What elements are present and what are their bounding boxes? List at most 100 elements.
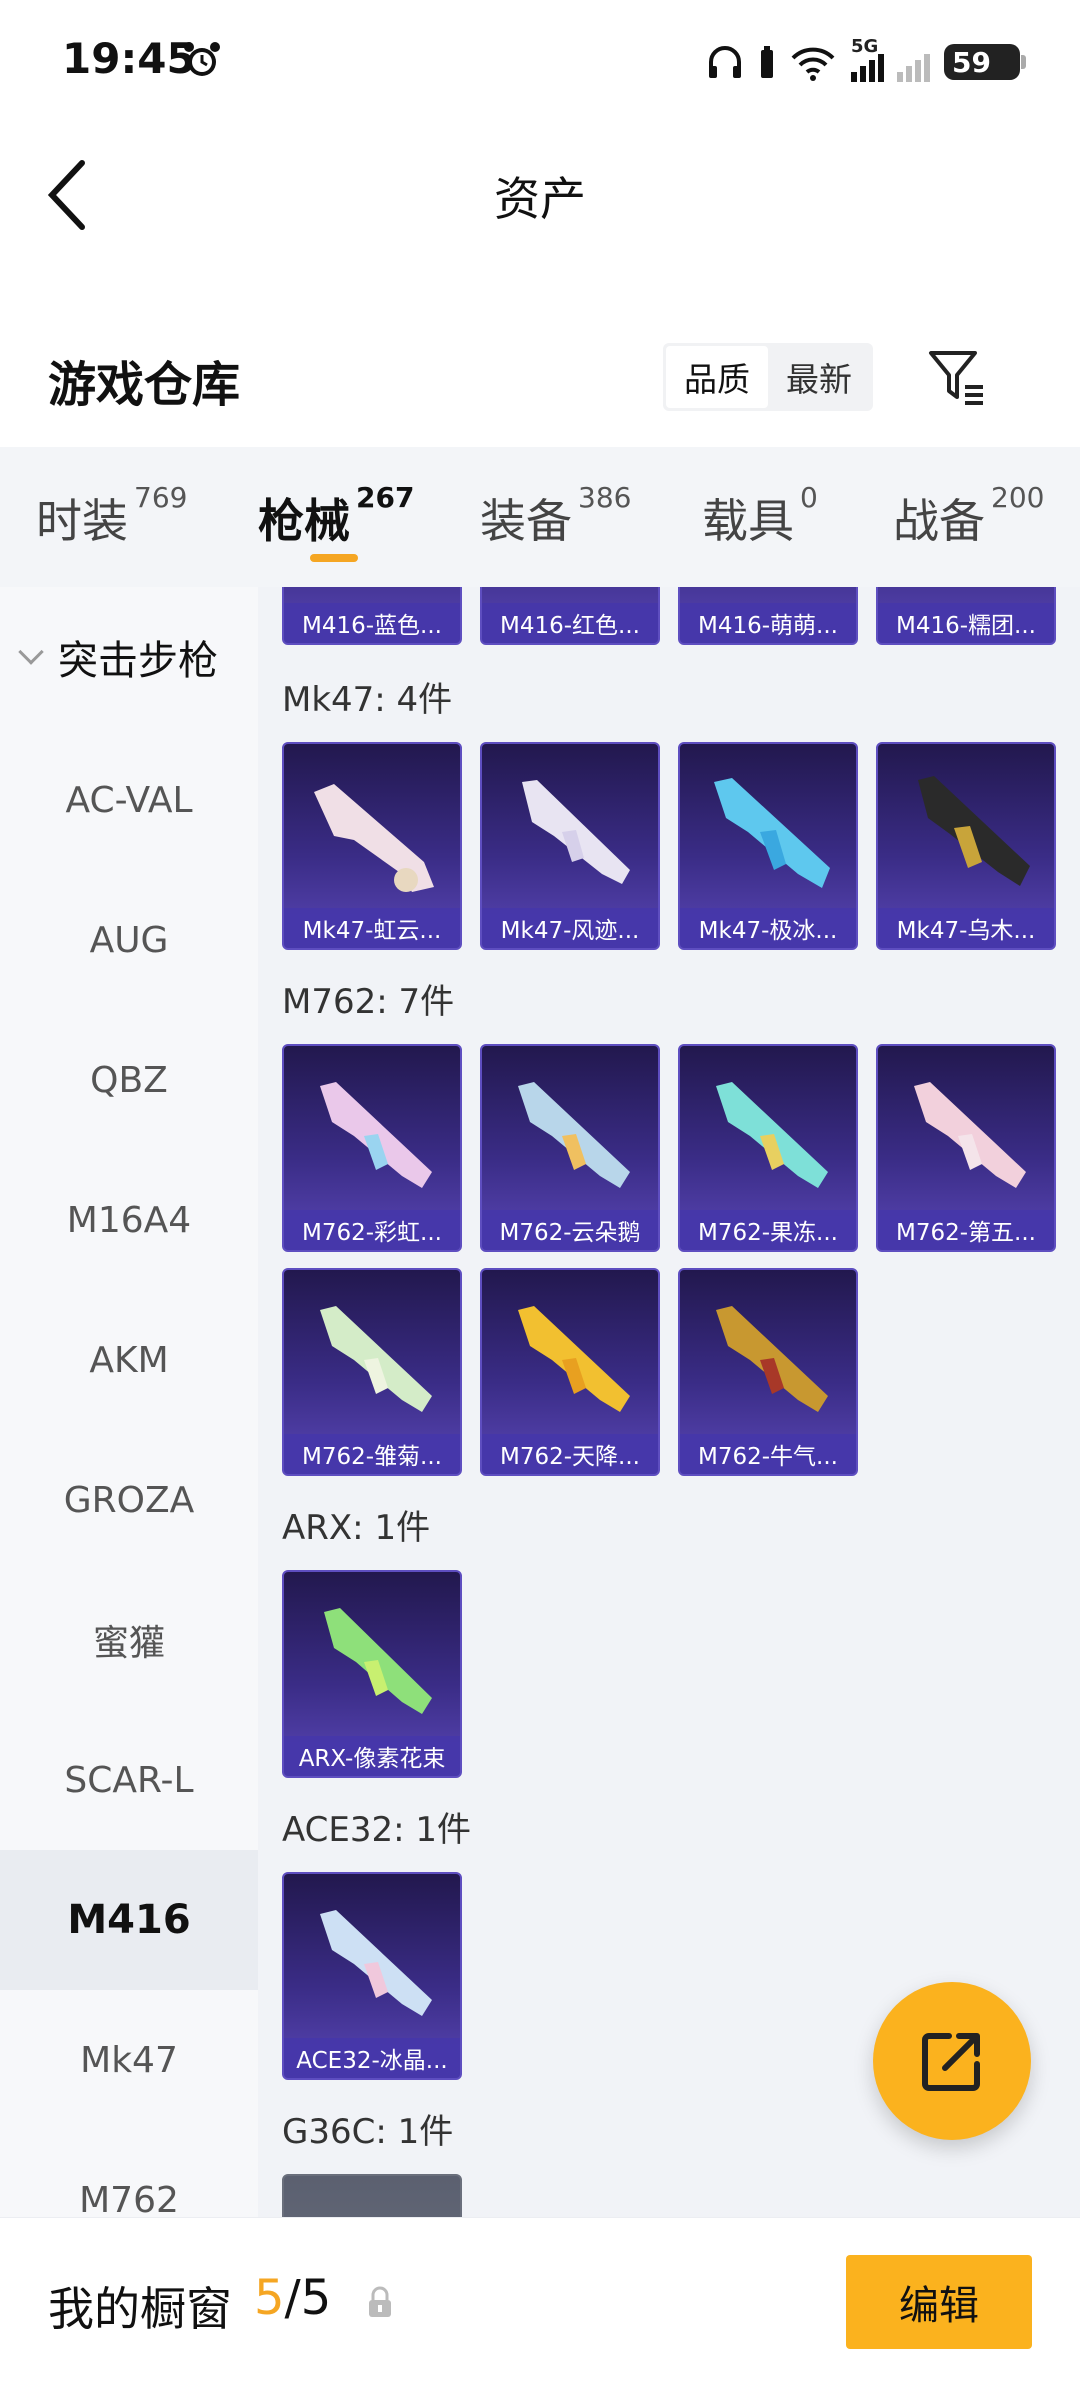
battery-small-icon xyxy=(761,46,773,78)
showcase-count: 5/5 xyxy=(254,2270,331,2326)
sidebar-item-m416[interactable]: M416 xyxy=(0,1850,258,1990)
skin-card[interactable]: ARX-像素花束 xyxy=(282,1570,462,1778)
sidebar-item-honey-badger[interactable]: 蜜獾 xyxy=(0,1570,258,1710)
group-title-ace32: ACE32: 1件 xyxy=(282,1810,472,1850)
rifle-icon xyxy=(918,776,1030,886)
group-title-g36c: G36C: 1件 xyxy=(282,2112,454,2152)
skin-card[interactable] xyxy=(282,2174,462,2217)
rifle-icon xyxy=(716,1306,828,1412)
skin-card[interactable]: Mk47-风迹... xyxy=(480,742,660,950)
share-button[interactable] xyxy=(873,1982,1031,2140)
tab-label: 装备 xyxy=(480,494,572,548)
tab-count: 0 xyxy=(800,481,818,514)
rifle-icon xyxy=(324,1608,432,1714)
rifle-icon xyxy=(518,1082,630,1188)
weapon-type-sidebar: 突击步枪 AC-VAL AUG QBZ M16A4 AKM GROZA 蜜獾 S… xyxy=(0,587,258,2217)
showcase-total: 5 xyxy=(300,2270,332,2326)
tab-active-indicator xyxy=(310,554,358,562)
tab-count: 267 xyxy=(356,481,415,514)
skin-card[interactable]: M416-萌萌... xyxy=(678,587,858,645)
skin-card[interactable]: M416-糯团... xyxy=(876,587,1056,645)
alarm-icon xyxy=(184,42,220,76)
page-title: 资产 xyxy=(494,172,586,226)
skin-card[interactable]: M416-蓝色... xyxy=(282,587,462,645)
tab-vehicles[interactable]: 载具 0 xyxy=(702,481,818,551)
skin-card[interactable]: M762-雏菊... xyxy=(282,1268,462,1476)
rifle-icon xyxy=(522,780,630,884)
skin-name: M762-云朵鹅 xyxy=(482,1210,658,1250)
lock-icon xyxy=(369,2286,391,2317)
sidebar-item-scar-l[interactable]: SCAR-L xyxy=(0,1710,258,1850)
sidebar-item-m16a4[interactable]: M16A4 xyxy=(0,1150,258,1290)
skin-card[interactable]: M416-红色... xyxy=(480,587,660,645)
skin-name: Mk47-虹云... xyxy=(284,908,460,948)
skin-card[interactable]: M762-第五... xyxy=(876,1044,1056,1252)
tab-weapons[interactable]: 枪械 267 xyxy=(258,481,414,551)
battery-icon: 59 xyxy=(944,44,1026,80)
weapon-grid: M416-蓝色... M416-红色... M416-萌萌... M416-糯团… xyxy=(258,587,1080,2217)
headphones-icon xyxy=(709,46,741,78)
rifle-icon xyxy=(518,1306,630,1412)
rifle-icon xyxy=(716,1082,828,1188)
skin-name: Mk47-极冰... xyxy=(680,908,856,948)
skin-card[interactable]: M762-天降... xyxy=(480,1268,660,1476)
sidebar-category-header[interactable]: 突击步枪 xyxy=(0,617,258,697)
filter-icon[interactable] xyxy=(925,345,989,409)
skin-card[interactable]: M762-彩虹... xyxy=(282,1044,462,1252)
rifle-icon xyxy=(714,778,830,888)
rifle-icon xyxy=(320,1306,432,1412)
battery-level: 59 xyxy=(952,45,991,79)
skin-card[interactable]: Mk47-极冰... xyxy=(678,742,858,950)
skin-name: M762-彩虹... xyxy=(284,1210,460,1250)
tab-count: 769 xyxy=(134,481,188,514)
sort-option-quality[interactable]: 品质 xyxy=(666,346,768,408)
skin-name: M762-雏菊... xyxy=(284,1434,460,1474)
rifle-icon xyxy=(914,1082,1026,1188)
skin-name: M762-第五... xyxy=(878,1210,1054,1250)
sidebar-item-groza[interactable]: GROZA xyxy=(0,1430,258,1570)
network-type: 5G xyxy=(851,36,879,57)
share-icon xyxy=(922,2033,980,2091)
showcase-bar: 我的橱窗 5/5 编辑 xyxy=(0,2217,1080,2382)
skin-card[interactable]: M762-牛气... xyxy=(678,1268,858,1476)
skin-card[interactable]: Mk47-虹云... xyxy=(282,742,462,950)
chevron-down-icon xyxy=(18,639,44,665)
skin-card[interactable]: M762-果冻... xyxy=(678,1044,858,1252)
tab-gear[interactable]: 战备 200 xyxy=(893,481,1044,551)
tab-count: 386 xyxy=(578,481,632,514)
tab-equipment[interactable]: 装备 386 xyxy=(480,481,631,551)
skin-name: M416-糯团... xyxy=(878,603,1054,643)
section-title: 游戏仓库 xyxy=(48,357,241,413)
sidebar-item-aug[interactable]: AUG xyxy=(0,870,258,1010)
sidebar-item-qbz[interactable]: QBZ xyxy=(0,1010,258,1150)
status-icons: 5G 59 xyxy=(705,36,1026,86)
tab-count: 200 xyxy=(991,481,1045,514)
sidebar-item-m762[interactable]: M762 xyxy=(0,2130,258,2218)
tab-fashion[interactable]: 时装 769 xyxy=(36,481,187,551)
sidebar-item-ac-val[interactable]: AC-VAL xyxy=(0,730,258,870)
skin-card[interactable]: Mk47-乌木... xyxy=(876,742,1056,950)
tab-label: 枪械 xyxy=(258,494,350,548)
sort-option-newest[interactable]: 最新 xyxy=(768,346,870,408)
group-title-m762: M762: 7件 xyxy=(282,982,455,1022)
category-tabs: 时装 769 枪械 267 装备 386 载具 0 战备 200 xyxy=(0,447,1080,587)
skin-name: M416-萌萌... xyxy=(680,603,856,643)
skin-name: M416-红色... xyxy=(482,603,658,643)
group-title-arx: ARX: 1件 xyxy=(282,1508,431,1548)
skin-name: M762-牛气... xyxy=(680,1434,856,1474)
status-time: 19:45 xyxy=(62,34,196,83)
sidebar-item-akm[interactable]: AKM xyxy=(0,1290,258,1430)
app-header: 资产 xyxy=(0,125,1080,255)
tab-label: 战备 xyxy=(893,494,985,548)
edit-button[interactable]: 编辑 xyxy=(846,2255,1032,2349)
skin-name: ARX-像素花束 xyxy=(284,1736,460,1776)
wifi-icon xyxy=(791,47,835,81)
sidebar-item-mk47[interactable]: Mk47 xyxy=(0,1990,258,2130)
skin-name: Mk47-乌木... xyxy=(878,908,1054,948)
skin-card[interactable]: M762-云朵鹅 xyxy=(480,1044,660,1252)
skin-name: M762-果冻... xyxy=(680,1210,856,1250)
tab-label: 载具 xyxy=(702,494,794,548)
skin-name: M416-蓝色... xyxy=(284,603,460,643)
showcase-separator: / xyxy=(284,2270,301,2326)
skin-card[interactable]: ACE32-冰晶... xyxy=(282,1872,462,2080)
